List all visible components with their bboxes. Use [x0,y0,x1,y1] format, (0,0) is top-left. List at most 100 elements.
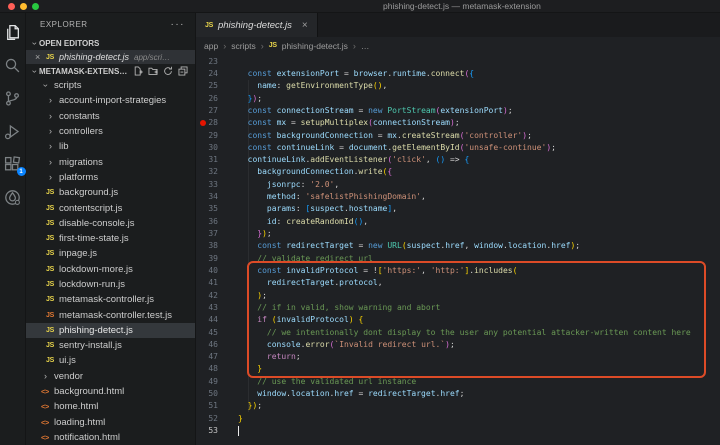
tree-item-scripts[interactable]: ›scripts [26,78,195,93]
breakpoint-icon[interactable] [200,120,206,126]
tree-item-controllers[interactable]: ›controllers [26,124,195,139]
refresh-icon[interactable] [163,66,173,76]
tree-item-lib[interactable]: ›lib [26,139,195,154]
code-line-33[interactable]: 33 jsonrpc: '2.0', [196,178,720,190]
code-line-28[interactable]: 28 const mx = setupMultiplex(connectionS… [196,117,720,129]
open-editor-item[interactable]: × JS phishing-detect.js app/scri… [26,50,195,64]
code-line-47[interactable]: 47 return; [196,351,720,363]
line-number[interactable]: 36 [196,217,226,226]
tree-item-account-import-strategies[interactable]: ›account-import-strategies [26,93,195,108]
code-line-27[interactable]: 27 const connectionStream = new PortStre… [196,104,720,116]
tree-item-vendor[interactable]: ›vendor [26,369,195,384]
code-line-49[interactable]: 49 // use the validated url instance [196,375,720,387]
line-number[interactable]: 29 [196,131,226,140]
run-debug-icon[interactable] [4,122,22,140]
tree-item-metamask-controller.js[interactable]: JSmetamask-controller.js [26,292,195,307]
code-line-29[interactable]: 29 const backgroundConnection = mx.creat… [196,129,720,141]
code-line-26[interactable]: 26 }); [196,92,720,104]
line-number[interactable]: 38 [196,241,226,250]
extensions-icon[interactable]: 1 [4,155,22,173]
line-number[interactable]: 24 [196,69,226,78]
code-line-41[interactable]: 41 redirectTarget.protocol, [196,277,720,289]
code-line-50[interactable]: 50 window.location.href = redirectTarget… [196,387,720,399]
line-number[interactable]: 43 [196,303,226,312]
tree-item-ui.js[interactable]: JSui.js [26,353,195,368]
line-number[interactable]: 25 [196,81,226,90]
open-editors-section[interactable]: › OPEN EDITORS [26,36,195,50]
code-line-37[interactable]: 37 }); [196,227,720,239]
zoom-window-button[interactable] [32,3,39,10]
breadcrumb-app[interactable]: app [204,41,218,51]
line-number[interactable]: 48 [196,364,226,373]
code-line-52[interactable]: 52} [196,412,720,424]
breadcrumb-scripts[interactable]: scripts [231,41,256,51]
breadcrumb-file[interactable]: phishing-detect.js [282,41,348,51]
code-line-24[interactable]: 24 const extensionPort = browser.runtime… [196,67,720,79]
line-number[interactable]: 47 [196,352,226,361]
line-number[interactable]: 51 [196,401,226,410]
close-window-button[interactable] [8,3,15,10]
code-line-23[interactable]: 23 [196,55,720,67]
tree-item-notification.html[interactable]: <>notification.html [26,430,195,445]
code-line-38[interactable]: 38 const redirectTarget = new URL(suspec… [196,240,720,252]
line-number[interactable]: 34 [196,192,226,201]
new-file-icon[interactable] [133,66,143,76]
code-line-31[interactable]: 31 continueLink.addEventListener('click'… [196,154,720,166]
tree-item-platforms[interactable]: ›platforms [26,170,195,185]
line-number[interactable]: 31 [196,155,226,164]
tree-item-home.html[interactable]: <>home.html [26,399,195,414]
explorer-more-actions-icon[interactable]: ··· [171,19,186,30]
breadcrumb-symbol[interactable]: … [361,41,370,51]
code-line-25[interactable]: 25 name: getEnvironmentType(), [196,80,720,92]
line-number[interactable]: 35 [196,204,226,213]
code-line-34[interactable]: 34 method: 'safelistPhishingDomain', [196,190,720,202]
tree-item-contentscript.js[interactable]: JScontentscript.js [26,200,195,215]
line-number[interactable]: 49 [196,377,226,386]
tree-item-background.html[interactable]: <>background.html [26,384,195,399]
line-number[interactable]: 30 [196,143,226,152]
code-line-44[interactable]: 44 if (invalidProtocol) { [196,314,720,326]
tree-item-loading.html[interactable]: <>loading.html [26,415,195,430]
code-line-32[interactable]: 32 backgroundConnection.write({ [196,166,720,178]
line-number[interactable]: 52 [196,414,226,423]
code-line-43[interactable]: 43 // if in valid, show warning and abor… [196,301,720,313]
tree-item-lockdown-more.js[interactable]: JSlockdown-more.js [26,262,195,277]
tab-close-icon[interactable]: × [302,20,308,31]
explorer-icon[interactable] [4,23,22,41]
tree-item-metamask-controller.test.js[interactable]: JSmetamask-controller.test.js [26,307,195,322]
tab-phishing-detect[interactable]: JS phishing-detect.js × [196,13,318,37]
code-line-51[interactable]: 51 }); [196,400,720,412]
tree-item-first-time-state.js[interactable]: JSfirst-time-state.js [26,231,195,246]
line-number[interactable]: 50 [196,389,226,398]
close-editor-icon[interactable]: × [35,52,46,62]
line-number[interactable]: 33 [196,180,226,189]
collapse-all-icon[interactable] [178,66,188,76]
line-number[interactable]: 44 [196,315,226,324]
code-line-45[interactable]: 45 // we intentionally dont display to t… [196,326,720,338]
tree-item-constants[interactable]: ›constants [26,109,195,124]
tree-item-inpage.js[interactable]: JSinpage.js [26,246,195,261]
code-line-48[interactable]: 48 } [196,363,720,375]
line-number[interactable]: 26 [196,94,226,103]
code-line-39[interactable]: 39 // validate redirect url [196,252,720,264]
code-line-42[interactable]: 42 ); [196,289,720,301]
code-line-46[interactable]: 46 console.error(`Invalid redirect url.`… [196,338,720,350]
code-line-35[interactable]: 35 params: [suspect.hostname], [196,203,720,215]
new-folder-icon[interactable] [148,66,158,76]
minimize-window-button[interactable] [20,3,27,10]
line-number[interactable]: 41 [196,278,226,287]
tree-item-phishing-detect.js[interactable]: JSphishing-detect.js [26,323,195,338]
code-line-53[interactable]: 53 [196,424,720,436]
line-number[interactable]: 32 [196,167,226,176]
tree-item-migrations[interactable]: ›migrations [26,154,195,169]
tree-item-lockdown-run.js[interactable]: JSlockdown-run.js [26,277,195,292]
line-number[interactable]: 37 [196,229,226,238]
line-number[interactable]: 23 [196,57,226,66]
line-number[interactable]: 27 [196,106,226,115]
tree-item-background.js[interactable]: JSbackground.js [26,185,195,200]
project-section-header[interactable]: › METAMASK-EXTENS… [26,64,195,78]
code-line-40[interactable]: 40 const invalidProtocol = !['https:', '… [196,264,720,276]
line-number[interactable]: 42 [196,291,226,300]
code-line-30[interactable]: 30 const continueLink = document.getElem… [196,141,720,153]
tree-item-sentry-install.js[interactable]: JSsentry-install.js [26,338,195,353]
